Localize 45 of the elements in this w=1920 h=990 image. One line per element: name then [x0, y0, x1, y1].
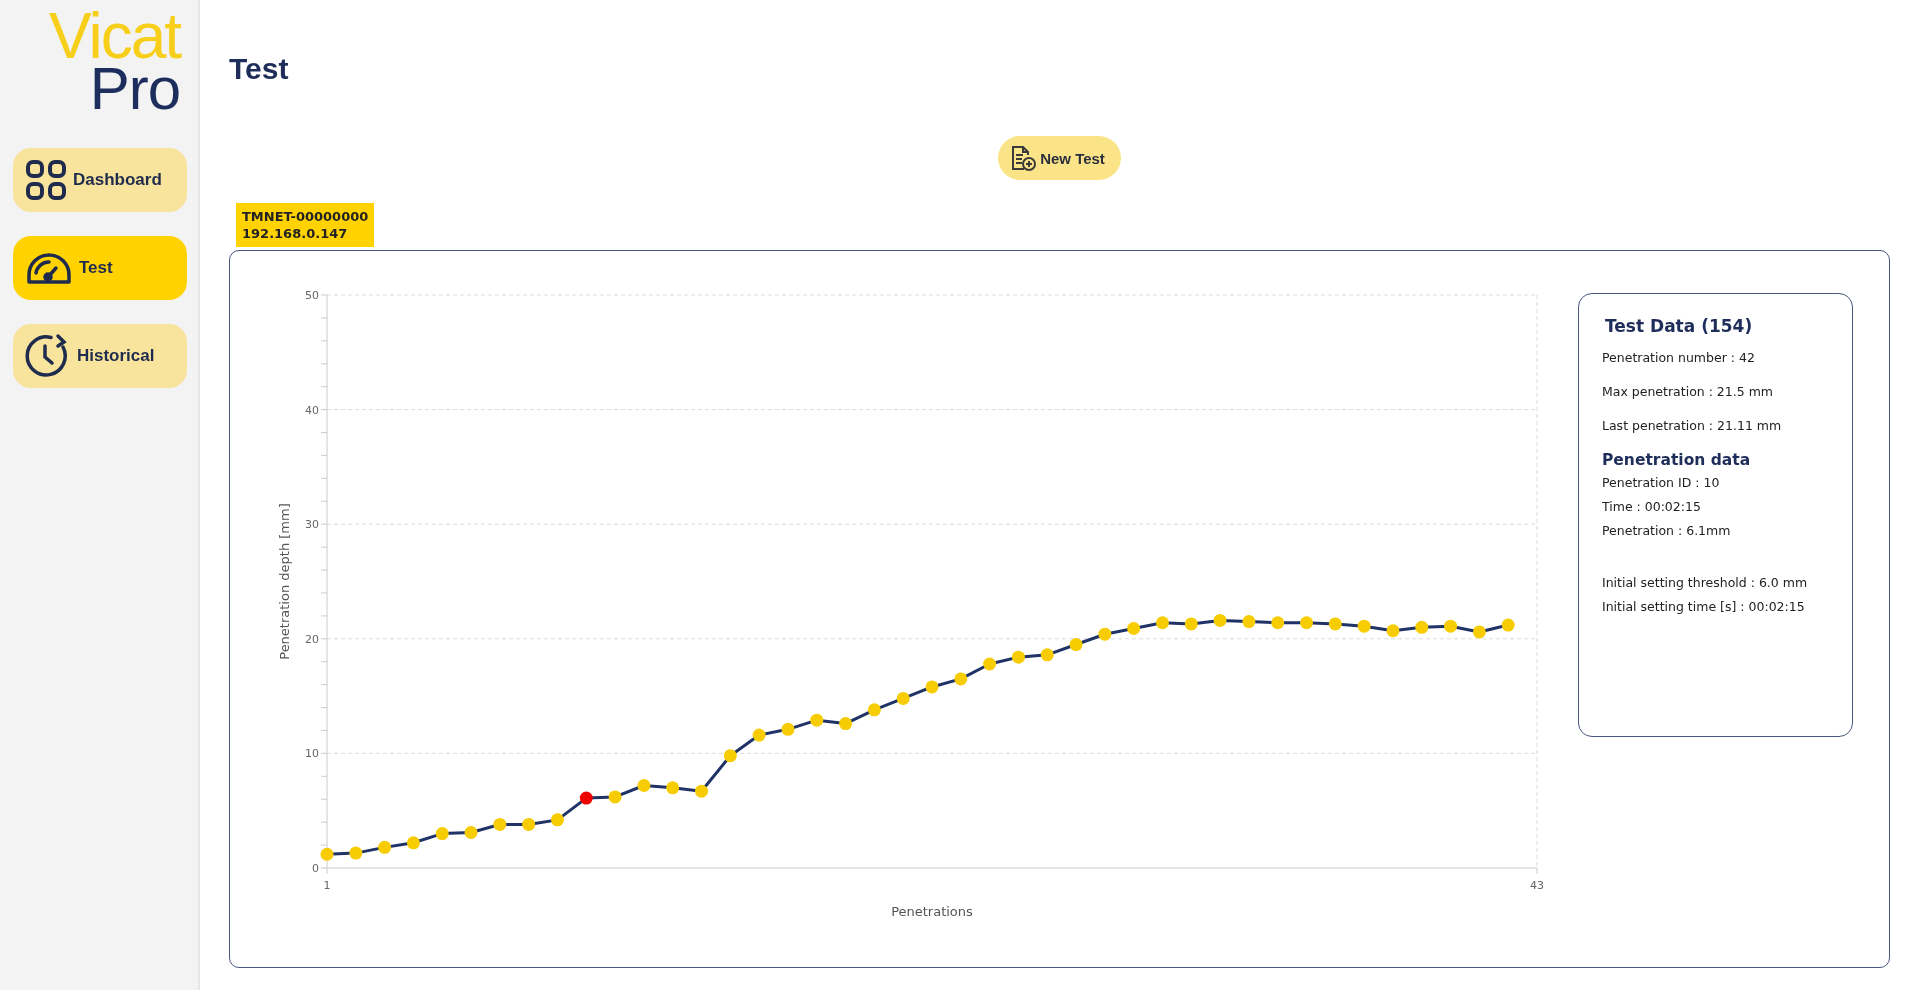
tick-label: 43	[1530, 879, 1544, 892]
data-row-text: Penetration ID : 10	[1602, 475, 1721, 490]
data-row-text: Last penetration : 21.11 mm	[1602, 418, 1783, 433]
device-ip: 192.168.0.147	[242, 225, 349, 242]
document-plus-icon	[1010, 144, 1037, 172]
tick-label: 40	[305, 403, 319, 417]
section-title: Penetration data	[1602, 451, 1752, 469]
data-row-text: Time : 00:02:15	[1602, 499, 1702, 514]
page-title: Test	[229, 53, 290, 85]
nav-item[interactable]: Historical	[13, 324, 187, 388]
data-point[interactable]	[752, 728, 766, 742]
data-row-text: Penetration number : 42	[1602, 350, 1756, 365]
data-point[interactable]	[954, 672, 968, 686]
data-point[interactable]	[608, 790, 622, 804]
data-point[interactable]	[896, 691, 910, 705]
new-test-button[interactable]: New Test	[998, 136, 1121, 180]
gauge-icon	[25, 251, 73, 285]
logo-text: Pro	[89, 64, 180, 114]
data-row-text: Max penetration : 21.5 mm	[1602, 384, 1774, 399]
data-row-text: Initial setting time [s] : 00:02:15	[1602, 599, 1806, 614]
data-point[interactable]	[723, 749, 737, 763]
axis-title: Penetrations	[891, 904, 973, 919]
data-point[interactable]	[983, 657, 997, 671]
device-name: TMNET-00000000	[242, 208, 369, 225]
data-point[interactable]	[493, 817, 507, 831]
grid-icon	[25, 159, 67, 201]
nav-item[interactable]: Dashboard	[13, 148, 187, 212]
data-point[interactable]	[1040, 648, 1054, 662]
tick-label: 50	[305, 289, 319, 302]
tick-label: 1	[323, 879, 331, 892]
tick-label: 20	[305, 632, 319, 646]
tick-label: 0	[312, 862, 319, 875]
axis-title: Penetration depth [mm]	[277, 503, 292, 660]
panel-title: Test Data (154)	[1605, 316, 1754, 336]
data-row-text: Penetration : 6.1mm	[1602, 523, 1732, 538]
tick-label: 30	[305, 518, 319, 532]
selected-point[interactable]	[579, 791, 593, 805]
data-point[interactable]	[867, 703, 881, 717]
tick-label: 10	[305, 747, 319, 761]
logo-text: Vicat	[48, 8, 180, 64]
nav-item[interactable]: Test	[13, 236, 187, 300]
data-point[interactable]	[839, 717, 853, 731]
data-row-text: Initial setting threshold : 6.0 mm	[1602, 575, 1809, 590]
data-point[interactable]	[695, 784, 708, 798]
data-point[interactable]	[925, 680, 939, 694]
